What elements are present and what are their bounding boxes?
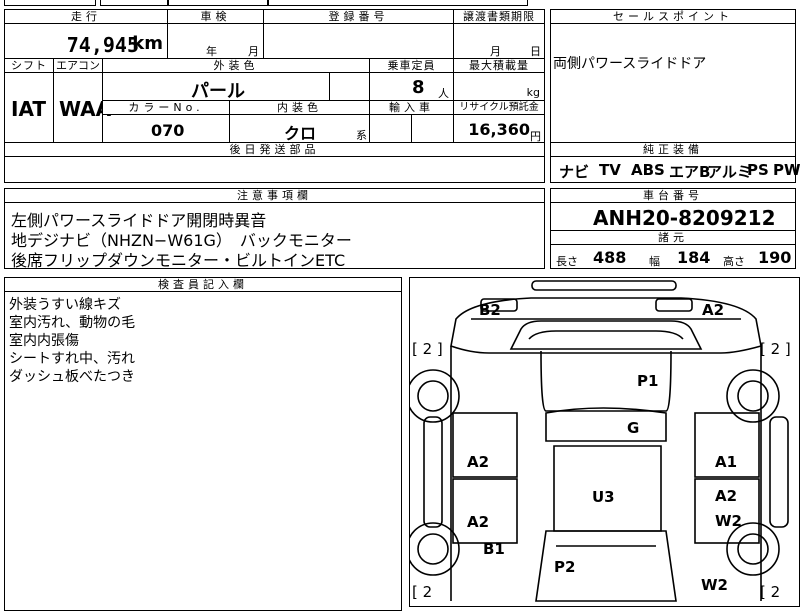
capacity-unit: 人 <box>438 87 449 100</box>
mark-p1: P1 <box>637 372 659 390</box>
mark-a2-left2: A2 <box>467 513 490 531</box>
recycle-header: リサイクル預託金 <box>453 100 545 115</box>
mileage-value: 74,945 <box>66 33 139 57</box>
length-label: 長さ <box>556 255 578 268</box>
equipment-item: アルミ <box>707 163 752 181</box>
dimensions-cell: 長さ 488 幅 184 高さ 190 <box>550 244 796 269</box>
mark-u3: U3 <box>592 488 615 506</box>
transfer-deadline-cell: 月 日 <box>453 23 545 59</box>
max-load-unit: kg <box>526 86 540 99</box>
mark-b1: B1 <box>483 540 505 558</box>
tire-label-br: [ 2 <box>760 583 781 601</box>
mark-a2-top: A2 <box>702 301 725 319</box>
max-load-cell: kg <box>453 72 545 101</box>
aircon-header: エアコン <box>53 58 103 73</box>
length-value: 488 <box>593 248 627 267</box>
later-parts-header: 後日発送部品 <box>4 142 545 157</box>
inspector-note-line: 室内内張傷 <box>9 333 79 349</box>
width-value: 184 <box>677 248 711 267</box>
mileage-cell: 74,945 km <box>4 23 168 59</box>
tire-label-tl: [ 2 ] <box>412 340 443 358</box>
later-parts-cell <box>4 156 545 183</box>
interior-color-value: クロ <box>284 124 317 143</box>
interior-color-header: 内装色 <box>229 100 370 115</box>
sales-point-header: セールスポイント <box>550 9 796 24</box>
registration-cell <box>263 23 454 59</box>
inspector-note-line: シートすれ中、汚れ <box>9 351 135 367</box>
import-cell-1 <box>369 114 412 143</box>
color-no-value: 070 <box>151 121 185 140</box>
mark-b2: B2 <box>479 301 501 319</box>
interior-color-unit: 系 <box>356 129 367 142</box>
transfer-deadline-header: 譲渡書類期限 <box>453 9 545 24</box>
exterior-color-cell: パール <box>102 72 330 102</box>
tire-label-bl: [ 2 <box>412 583 433 601</box>
mark-a2-left1: A2 <box>467 453 490 471</box>
interior-color-cell: クロ 系 <box>229 114 370 143</box>
shift-header: シフト <box>4 58 54 73</box>
top-strip-cell-1 <box>4 0 96 6</box>
mark-a2-right: A2 <box>715 487 738 505</box>
top-strip <box>0 0 800 7</box>
equipment-item: ナビ <box>559 163 590 181</box>
inspector-note-line: ダッシュ板べたつき <box>9 369 135 385</box>
capacity-cell: 8 人 <box>369 72 454 101</box>
exterior-color-header: 外装色 <box>102 58 370 73</box>
mark-g: G <box>627 419 640 437</box>
mileage-unit: km <box>132 33 163 54</box>
inspector-notes-header: 検査員記入欄 <box>4 277 402 292</box>
transfer-day-unit: 日 <box>530 45 541 58</box>
notes-cell: 左側パワースライドドア開閉時異音 地デジナビ（NHZN−W61G） バックモニタ… <box>4 202 545 270</box>
color-no-header: カラーNo. <box>102 100 230 115</box>
chassis-cell: ANH20-8209212 <box>550 202 796 231</box>
mark-w2-bottom: W2 <box>701 576 728 594</box>
equipment-item: PW <box>773 161 800 179</box>
chassis-header: 車台番号 <box>550 188 796 203</box>
mileage-header: 走行 <box>4 9 168 24</box>
notes-line: 後席フリップダウンモニター・ビルトインETC <box>11 251 346 270</box>
mark-w2-right: W2 <box>715 512 742 530</box>
transfer-month-unit: 月 <box>490 45 501 58</box>
equipment-item: ABS <box>631 161 665 179</box>
import-cell-2 <box>411 114 454 143</box>
recycle-value: 16,360 <box>468 120 530 139</box>
capacity-header: 乗車定員 <box>369 58 454 73</box>
capacity-value: 8 <box>412 77 425 98</box>
equipment-item: エアB <box>669 163 711 181</box>
inspection-cell: 年 月 <box>167 23 264 59</box>
top-strip-cell-2 <box>100 0 168 6</box>
tire-label-tr: [ 2 ] <box>760 340 791 358</box>
equipment-item: TV <box>599 161 621 179</box>
genuine-equipment-cell: ナビ TV ABS エアB アルミ PS PW <box>550 156 800 183</box>
import-header: 輸入車 <box>369 100 454 115</box>
notes-header: 注意事項欄 <box>4 188 545 203</box>
inspection-header: 車検 <box>167 9 264 24</box>
height-label: 高さ <box>723 255 745 268</box>
inspector-notes-cell: 外装うすい線キズ 室内汚れ、動物の毛 室内内張傷 シートすれ中、汚れ ダッシュ板… <box>4 291 402 611</box>
top-strip-cell-3 <box>168 0 268 6</box>
inspection-year-unit: 年 <box>206 45 217 58</box>
exterior-color-extra-cell <box>329 72 370 101</box>
top-strip-cell-4 <box>268 0 528 6</box>
inspector-note-line: 外装うすい線キズ <box>9 297 121 313</box>
width-label: 幅 <box>649 255 660 268</box>
mark-a1: A1 <box>715 453 738 471</box>
genuine-equipment-header: 純正装備 <box>550 142 796 157</box>
inspection-month-unit: 月 <box>248 45 259 58</box>
registration-header: 登録番号 <box>263 9 454 24</box>
chassis-value: ANH20-8209212 <box>593 206 776 230</box>
car-diagram: B2 A2 P1 G A2 A1 U3 A2 A2 W2 B1 P2 W2 [ … <box>409 277 800 607</box>
height-value: 190 <box>758 248 792 267</box>
car-diagram-svg <box>410 280 789 602</box>
recycle-cell: 16,360 円 <box>453 114 545 143</box>
color-no-cell: 070 <box>102 114 230 143</box>
inspector-note-line: 室内汚れ、動物の毛 <box>9 315 136 331</box>
dimensions-header: 諸元 <box>550 230 796 245</box>
max-load-header: 最大積載量 <box>453 58 545 73</box>
sales-point-value: 両側パワースライドドア <box>553 56 707 72</box>
sales-point-cell: 両側パワースライドドア <box>550 23 796 143</box>
mark-p2: P2 <box>554 558 576 576</box>
equipment-item: PS <box>747 161 769 179</box>
shift-value: IAT <box>11 97 47 121</box>
